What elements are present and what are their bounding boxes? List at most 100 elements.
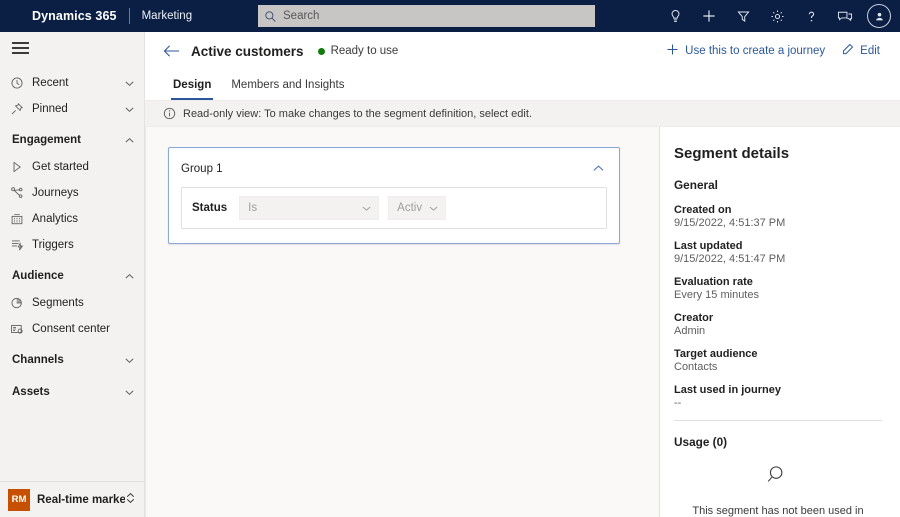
- usage-empty-text: This segment has not been used in journe…: [692, 505, 864, 517]
- plus-icon: [666, 43, 679, 59]
- tab-strip: Design Members and Insights: [145, 70, 900, 101]
- usage-empty-state: This segment has not been used in journe…: [674, 463, 882, 517]
- chevron-down-icon[interactable]: [122, 78, 136, 89]
- pin-icon: [10, 102, 32, 116]
- edit-label: Edit: [860, 45, 880, 57]
- sidebar-group-assets[interactable]: Assets: [0, 378, 144, 406]
- journeys-icon: [10, 186, 32, 200]
- chevron-down-icon[interactable]: [122, 387, 136, 398]
- updown-chevron-icon[interactable]: [125, 491, 136, 509]
- sidebar-item-analytics[interactable]: Analytics: [0, 206, 144, 232]
- info-bar-text: Read-only view: To make changes to the s…: [183, 107, 532, 120]
- brand-label: Dynamics 365: [32, 9, 117, 23]
- chevron-down-icon[interactable]: [122, 355, 136, 366]
- tab-label: Members and Insights: [231, 79, 345, 91]
- triggers-icon: [10, 238, 32, 252]
- sidebar-item-segments[interactable]: Segments: [0, 290, 144, 316]
- search-input[interactable]: [283, 10, 589, 22]
- detail-field-evaluation-rate: Evaluation rate Every 15 minutes: [674, 276, 882, 301]
- sidebar-item-label: Pinned: [32, 103, 68, 115]
- sidebar-group-label: Assets: [12, 386, 50, 398]
- segments-pie-icon: [10, 296, 32, 310]
- help-question-icon[interactable]: [794, 0, 828, 32]
- sidebar-item-pinned[interactable]: Pinned: [0, 96, 144, 122]
- rule-value-dropdown[interactable]: Active: [388, 196, 447, 220]
- chevron-up-icon[interactable]: [590, 160, 607, 177]
- user-avatar[interactable]: [862, 0, 896, 32]
- tab-label: Design: [173, 79, 212, 91]
- sidebar-group-audience[interactable]: Audience: [0, 262, 144, 290]
- tab-design[interactable]: Design: [163, 70, 221, 100]
- app-name-label: Marketing: [141, 10, 193, 22]
- sidebar-item-label: Consent center: [32, 323, 110, 335]
- top-bar-actions: [658, 0, 896, 32]
- app-body: Recent Pinned Engagement Get started Jou…: [0, 32, 900, 517]
- main-region: Active customers Ready to use Use this t…: [145, 32, 900, 517]
- sidebar-item-consent-center[interactable]: Consent center: [0, 316, 144, 342]
- field-label: Created on: [674, 204, 732, 216]
- sidebar-item-label: Analytics: [32, 213, 79, 225]
- pencil-icon: [841, 43, 854, 59]
- feedback-chat-icon[interactable]: [828, 0, 862, 32]
- segment-group-name: Group 1: [181, 162, 223, 175]
- environment-switcher[interactable]: RM Real-time marketi...: [0, 481, 144, 517]
- brand-divider: [128, 8, 130, 24]
- create-journey-label: Use this to create a journey: [685, 45, 826, 57]
- insights-lightbulb-icon[interactable]: [658, 0, 692, 32]
- environment-label: Real-time marketi...: [37, 493, 125, 506]
- sidebar-item-label: Triggers: [32, 239, 74, 251]
- settings-gear-icon[interactable]: [760, 0, 794, 32]
- segment-group-header: Group 1: [181, 160, 607, 177]
- analytics-icon: [10, 212, 32, 226]
- tab-members-and-insights[interactable]: Members and Insights: [221, 70, 354, 100]
- create-journey-button[interactable]: Use this to create a journey: [660, 39, 831, 63]
- quick-create-plus-icon[interactable]: [692, 0, 726, 32]
- top-command-bar: Dynamics 365 Marketing: [0, 0, 900, 32]
- sidebar-group-label: Audience: [12, 270, 64, 282]
- sidebar-item-label: Recent: [32, 77, 69, 89]
- sidebar-group-label: Channels: [12, 354, 64, 366]
- detail-field-creator: Creator Admin: [674, 312, 882, 337]
- detail-field-last-used-in-journey: Last used in journey --: [674, 384, 882, 409]
- rule-operator-dropdown[interactable]: Is: [239, 196, 380, 220]
- sidebar-item-label: Journeys: [32, 187, 79, 199]
- edit-button[interactable]: Edit: [835, 39, 886, 63]
- field-value: --: [674, 397, 682, 409]
- back-arrow-icon[interactable]: [159, 39, 183, 63]
- chevron-up-icon[interactable]: [122, 135, 136, 146]
- record-command-bar: Active customers Ready to use Use this t…: [145, 32, 900, 70]
- segment-definition-canvas: Group 1 Status Is Activ: [145, 127, 660, 517]
- details-general-title: General: [674, 178, 718, 192]
- sidebar-group-engagement[interactable]: Engagement: [0, 126, 144, 154]
- environment-badge: RM: [8, 488, 30, 511]
- status-dot-icon: [317, 47, 325, 55]
- play-triangle-icon: [10, 160, 32, 174]
- chevron-down-icon[interactable]: [122, 104, 136, 115]
- detail-field-target-audience: Target audience Contacts: [674, 348, 882, 373]
- sidebar-group-channels[interactable]: Channels: [0, 346, 144, 374]
- sidebar: Recent Pinned Engagement Get started Jou…: [0, 32, 145, 517]
- page-title: Active customers: [191, 43, 304, 59]
- chevron-down-icon: [428, 203, 439, 214]
- field-value: Every 15 minutes: [674, 289, 759, 301]
- field-label: Target audience: [674, 348, 758, 360]
- sidebar-item-recent[interactable]: Recent: [0, 70, 144, 96]
- field-label: Evaluation rate: [674, 276, 753, 288]
- detail-field-created-on: Created on 9/15/2022, 4:51:37 PM: [674, 204, 882, 229]
- usage-section-title: Usage (0): [674, 435, 728, 449]
- global-search[interactable]: [258, 5, 595, 27]
- sidebar-item-get-started[interactable]: Get started: [0, 154, 144, 180]
- filter-icon[interactable]: [726, 0, 760, 32]
- rule-value: Active: [397, 202, 423, 214]
- sidebar-item-journeys[interactable]: Journeys: [0, 180, 144, 206]
- chevron-up-icon[interactable]: [122, 271, 136, 282]
- field-value: Admin: [674, 325, 706, 337]
- avatar-circle: [867, 4, 891, 28]
- sidebar-item-triggers[interactable]: Triggers: [0, 232, 144, 258]
- status-label: Ready to use: [330, 45, 399, 57]
- segment-group-card: Group 1 Status Is Activ: [168, 147, 620, 244]
- sidebar-collapse-button[interactable]: [0, 32, 144, 64]
- search-icon: [264, 10, 277, 23]
- rule-attribute-label: Status: [192, 202, 228, 214]
- hamburger-icon: [12, 42, 29, 54]
